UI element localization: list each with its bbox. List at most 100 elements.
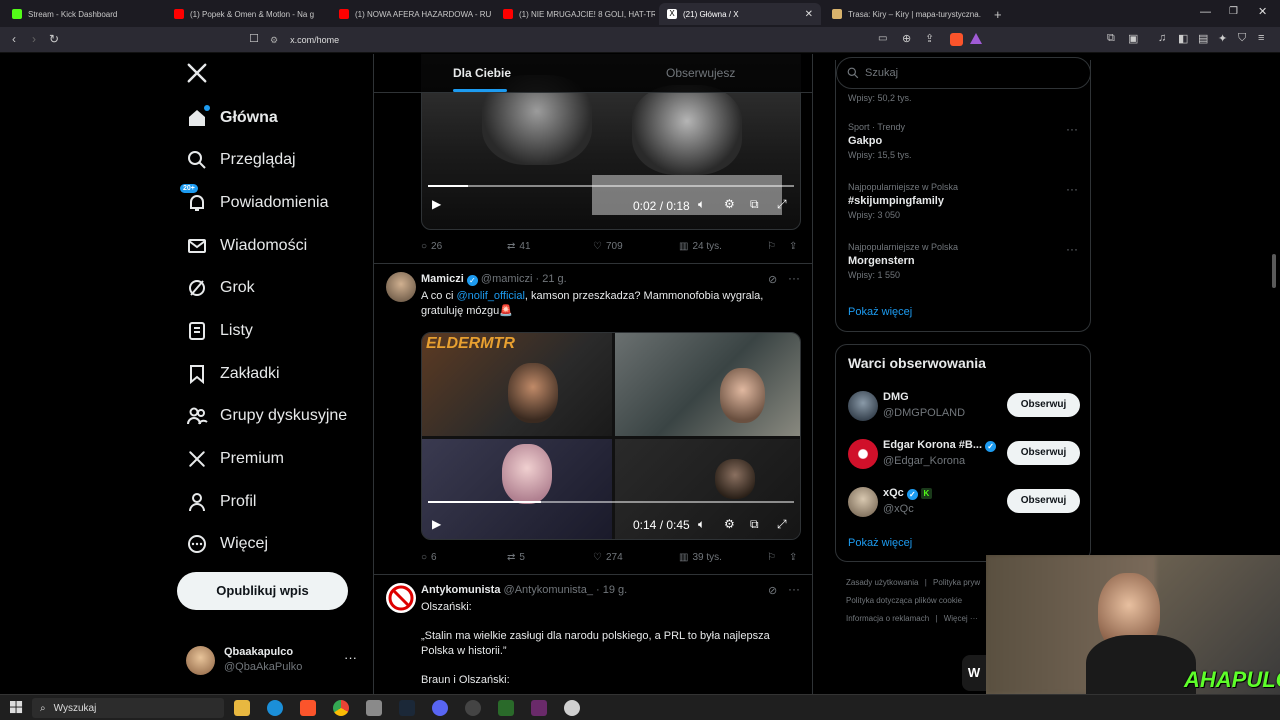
follow-suggestion[interactable]: Edgar Korona #B... ✓ @Edgar_Korona Obser… [848, 437, 1080, 473]
nav-explore[interactable]: Przeglądaj [186, 145, 296, 175]
follow-suggestion[interactable]: xQc ✓ K @xQc Obserwuj [848, 485, 1080, 521]
video-progress-track[interactable] [428, 185, 794, 187]
author-name[interactable]: Antykomunista [421, 584, 500, 596]
file-explorer-icon[interactable] [234, 700, 250, 716]
nav-messages[interactable]: Wiadomości [186, 231, 307, 261]
tab-following[interactable]: Obserwujesz [666, 66, 735, 80]
tweet-time[interactable]: · 21 g. [535, 273, 566, 285]
ads-info-link[interactable]: Informacja o reklamach [846, 614, 929, 623]
reply-button[interactable]: ○ 6 [421, 552, 437, 563]
show-more-link[interactable]: Pokaż więcej [848, 306, 912, 318]
volume-icon[interactable]: 🔈︎ [698, 197, 705, 212]
reload-icon[interactable]: ↻ [46, 32, 62, 46]
like-button[interactable]: ♡ 709 [593, 241, 623, 252]
app-icon[interactable] [564, 700, 580, 716]
follow-suggestion[interactable]: DMG @DMGPOLAND Obserwuj [848, 389, 1080, 425]
forward-icon[interactable]: › [26, 32, 42, 46]
messages-drawer-tab[interactable]: W [962, 655, 986, 691]
share-icon[interactable]: ⇪ [925, 32, 934, 45]
discord-icon[interactable] [432, 700, 448, 716]
repost-button[interactable]: ⇄ 5 [507, 552, 525, 563]
extensions-icon[interactable]: ⧉ [1107, 32, 1115, 45]
music-icon[interactable]: ♫ [1158, 32, 1166, 44]
more-dots-icon[interactable]: ··· [788, 271, 800, 285]
views-button[interactable]: ▥ 24 tys. [679, 241, 722, 252]
app-icon[interactable] [531, 700, 547, 716]
nav-communities[interactable]: Grupy dyskusyjne [186, 401, 347, 431]
repost-button[interactable]: ⇄ 41 [507, 241, 531, 252]
scrollbar[interactable] [1271, 56, 1277, 552]
kick-icon[interactable] [498, 700, 514, 716]
video-progress-track[interactable] [428, 501, 794, 503]
settings-icon[interactable]: ⚙ [724, 197, 735, 211]
x-logo-icon[interactable] [186, 62, 208, 86]
post-button[interactable]: Opublikuj wpis [177, 572, 348, 610]
leo-ai-icon[interactable]: ✦ [1218, 32, 1227, 45]
tab-for-you[interactable]: Dla Ciebie [453, 66, 511, 80]
author-name[interactable]: Mamiczi [421, 273, 464, 285]
browser-tab[interactable]: (1) Popek & Omen & Motlon - Na g [166, 3, 326, 25]
taskbar-search[interactable]: ⌕ Wyszukaj [32, 698, 224, 718]
wallet-panel-icon[interactable]: ▤ [1198, 32, 1208, 45]
like-button[interactable]: ♡ 274 [593, 552, 623, 563]
chrome-icon[interactable] [333, 700, 349, 716]
brave-rewards-icon[interactable] [970, 33, 982, 44]
new-tab-button[interactable]: + [986, 3, 1008, 25]
fullscreen-icon[interactable]: ⤢ [777, 517, 787, 532]
follow-button[interactable]: Obserwuj [1007, 393, 1080, 417]
edge-icon[interactable] [267, 700, 283, 716]
fullscreen-icon[interactable]: ⤢ [777, 197, 787, 212]
close-tab-icon[interactable]: ✕ [805, 9, 813, 20]
trend-item[interactable]: Najpopularniejsze w Polska Morgenstern W… [848, 242, 1078, 280]
scrollbar-thumb[interactable] [1272, 254, 1276, 288]
avatar[interactable] [386, 583, 416, 613]
browser-tab-active[interactable]: X (21) Główna / X ✕ [659, 3, 821, 25]
trend-item[interactable]: Najpopularniejsze w Polska #skijumpingfa… [848, 182, 1078, 220]
terms-link[interactable]: Zasady użytkowania [846, 578, 918, 587]
browser-tab[interactable]: (1) NIE MRUGAJCIE! 8 GOLI, HAT-TR [495, 3, 655, 25]
nav-premium[interactable]: Premium [186, 444, 284, 474]
pip-icon[interactable]: ⧉ [750, 517, 759, 532]
volume-icon[interactable]: 🔈︎ [698, 517, 705, 532]
bookmark-page-icon[interactable]: ☐ [246, 32, 262, 45]
more-dots-icon[interactable]: ··· [1066, 122, 1078, 136]
steam-icon[interactable] [399, 700, 415, 716]
bookmark-icon[interactable]: ⚐ [767, 241, 776, 252]
privacy-link[interactable]: Polityka pryw [933, 578, 980, 587]
more-dots-icon[interactable]: ··· [344, 650, 357, 665]
minimize-icon[interactable]: — [1200, 6, 1211, 18]
share-icon[interactable]: ⇪ [789, 241, 797, 252]
menu-icon[interactable]: ≡ [1258, 32, 1264, 44]
windows-start-icon[interactable] [10, 701, 23, 719]
grok-icon[interactable]: ⊘ [768, 584, 777, 597]
follow-button[interactable]: Obserwuj [1007, 489, 1080, 513]
reply-button[interactable]: ○ 26 [421, 241, 442, 252]
vpn-icon[interactable]: ⛉ [1238, 32, 1246, 45]
obs-icon[interactable] [465, 700, 481, 716]
grok-icon[interactable]: ⊘ [768, 273, 777, 286]
tweet-video[interactable]: ELDERMTR ▶ 0:14 / 0:45 🔈︎ ⚙ ⧉ ⤢ [421, 332, 801, 540]
nav-home[interactable]: Główna [186, 103, 278, 133]
nav-grok[interactable]: Grok [186, 273, 255, 303]
sidebar-toggle-icon[interactable]: ◧ [1178, 32, 1188, 45]
nav-lists[interactable]: Listy [186, 316, 253, 346]
zoom-icon[interactable]: ⊕ [902, 32, 911, 45]
more-link[interactable]: Więcej ··· [944, 614, 978, 623]
site-settings-icon[interactable]: ⚙ [270, 35, 278, 46]
share-icon[interactable]: ⇪ [789, 552, 797, 563]
avatar[interactable] [386, 272, 416, 302]
brave-shields-icon[interactable] [950, 33, 963, 46]
more-dots-icon[interactable]: ··· [1066, 242, 1078, 256]
brave-icon[interactable] [300, 700, 316, 716]
mention-link[interactable]: @nolif_official [456, 290, 524, 302]
restore-icon[interactable]: ❐ [1229, 6, 1238, 17]
pip-icon[interactable]: ⧉ [750, 197, 759, 212]
show-more-link[interactable]: Pokaż więcej [848, 537, 912, 549]
close-window-icon[interactable]: ✕ [1258, 5, 1267, 18]
browser-tab[interactable]: (1) NOWA AFERA HAZARDOWA - RU [331, 3, 491, 25]
views-button[interactable]: ▥ 39 tys. [679, 552, 722, 563]
back-icon[interactable]: ‹ [6, 32, 22, 46]
nav-notifications[interactable]: 20+ Powiadomienia [180, 184, 329, 218]
follow-button[interactable]: Obserwuj [1007, 441, 1080, 465]
more-dots-icon[interactable]: ··· [1066, 182, 1078, 196]
